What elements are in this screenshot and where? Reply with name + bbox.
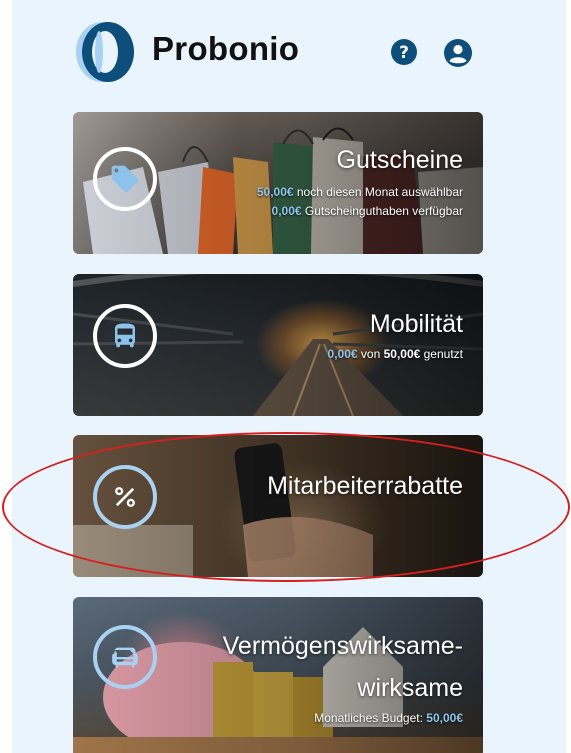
card-mitarbeiterrabatte[interactable]: Mitarbeiterrabatte [73,435,483,577]
tag-icon-circle [93,147,157,211]
bus-icon [115,323,135,348]
account-circle-icon[interactable] [443,38,473,68]
percent-icon [115,487,135,507]
armchair-icon-circle [93,625,157,689]
card-vermoegenswirksame[interactable]: Vermögenswirksame- wirksame Monatliches … [73,597,483,753]
card-title: Mobilität [369,310,463,338]
card-mobilitaet[interactable]: Mobilität 0,00€ von 50,00€ genutzt [73,274,483,416]
svg-text:?: ? [399,43,409,63]
bus-icon-circle [93,304,157,368]
brand-name: Probonio [152,30,300,67]
card-title: Gutscheine [336,146,463,174]
card-gutscheine[interactable]: Gutscheine 50,00€ noch diesen Monat ausw… [73,112,483,254]
mobility-usage-line: 0,00€ von 50,00€ genutzt [327,347,463,361]
help-circle-icon[interactable]: ? [390,38,418,66]
voucher-selectable-line: 50,00€ noch diesen Monat auswählbar [256,185,463,199]
card-title-line-2: wirksame [357,674,463,702]
probonio-logo[interactable] [72,20,138,84]
app-header: Probonio ? [12,0,566,100]
card-title-line-1: Vermögenswirksame- [222,632,463,660]
voucher-balance-line: 0,00€ Gutscheinguthaben verfügbar [271,204,463,218]
armchair-icon [112,647,138,668]
tag-icon [111,165,139,193]
monthly-budget-line: Monatliches Budget: 50,00€ [314,711,463,725]
card-title: Mitarbeiterrabatte [267,472,463,500]
percent-icon-circle [93,465,157,529]
app-panel: Probonio ? Gutscheine 50,00€ noch diesen… [12,0,566,753]
